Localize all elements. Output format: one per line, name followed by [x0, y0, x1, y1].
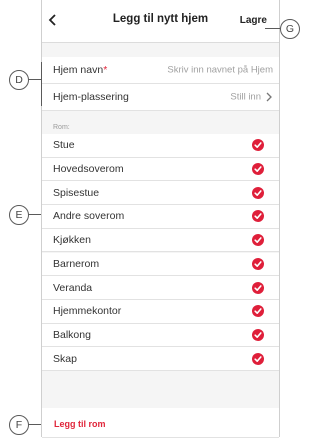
checkmark-icon[interactable]	[252, 352, 264, 365]
checkmark-icon[interactable]	[252, 210, 264, 223]
room-row[interactable]: Hjemmekontor	[42, 299, 279, 324]
add-room-button[interactable]: Legg til rom	[54, 419, 106, 429]
room-label: Andre soverom	[53, 210, 125, 223]
room-row[interactable]: Stue	[42, 134, 279, 158]
room-label: Spisestue	[53, 186, 100, 199]
room-row[interactable]: Veranda	[42, 276, 279, 300]
callout-f-leader	[28, 424, 41, 425]
home-name-label: Hjem navn*	[53, 64, 108, 76]
room-label: Barnerom	[53, 257, 100, 270]
save-button[interactable]: Lagre	[240, 15, 267, 26]
room-row[interactable]: Kjøkken	[42, 228, 279, 253]
checkmark-icon[interactable]	[252, 257, 264, 270]
room-row[interactable]: Hovedsoverom	[42, 157, 279, 182]
checkmark-icon[interactable]	[252, 281, 264, 294]
checkmark-icon[interactable]	[252, 305, 264, 318]
home-location-value: Still inn	[230, 91, 261, 103]
callout-e-leader	[28, 214, 41, 215]
room-row[interactable]: Spisestue	[42, 181, 279, 206]
callout-d-bracket	[41, 62, 42, 106]
phone-screen: Legg til nytt hjem Lagre Hjem navn* Skri…	[41, 0, 280, 438]
home-location-label: Hjem-plassering	[53, 91, 129, 103]
home-name-field[interactable]: Hjem navn* Skriv inn navnet på Hjem	[42, 57, 279, 84]
room-label: Hovedsoverom	[53, 163, 124, 176]
room-row[interactable]: Andre soverom	[42, 205, 279, 229]
chevron-right-icon	[266, 92, 272, 102]
callout-f: F	[9, 415, 29, 435]
checkmark-icon[interactable]	[252, 139, 264, 152]
callout-e: E	[9, 205, 29, 225]
callout-d-leader	[28, 79, 41, 80]
checkmark-icon[interactable]	[252, 328, 264, 341]
callout-g: G	[280, 19, 300, 39]
checkmark-icon[interactable]	[252, 163, 264, 176]
checkmark-icon[interactable]	[252, 186, 264, 199]
room-row[interactable]: Skap	[42, 347, 279, 371]
home-location-row[interactable]: Hjem-plassering Still inn	[42, 84, 279, 111]
room-row[interactable]: Balkong	[42, 323, 279, 348]
header-bar: Legg til nytt hjem Lagre	[42, 0, 279, 43]
room-label: Stue	[53, 139, 75, 152]
room-label: Balkong	[53, 328, 91, 341]
room-row[interactable]: Barnerom	[42, 252, 279, 277]
rooms-section-label: Rom:	[53, 124, 70, 131]
home-name-input[interactable]: Skriv inn navnet på Hjem	[167, 65, 273, 76]
room-label: Veranda	[53, 281, 93, 294]
checkmark-icon[interactable]	[252, 234, 264, 247]
room-label: Kjøkken	[53, 234, 91, 247]
room-label: Hjemmekontor	[53, 305, 122, 318]
callout-d: D	[9, 70, 29, 90]
room-label: Skap	[53, 352, 77, 365]
callout-g-leader	[265, 28, 280, 29]
